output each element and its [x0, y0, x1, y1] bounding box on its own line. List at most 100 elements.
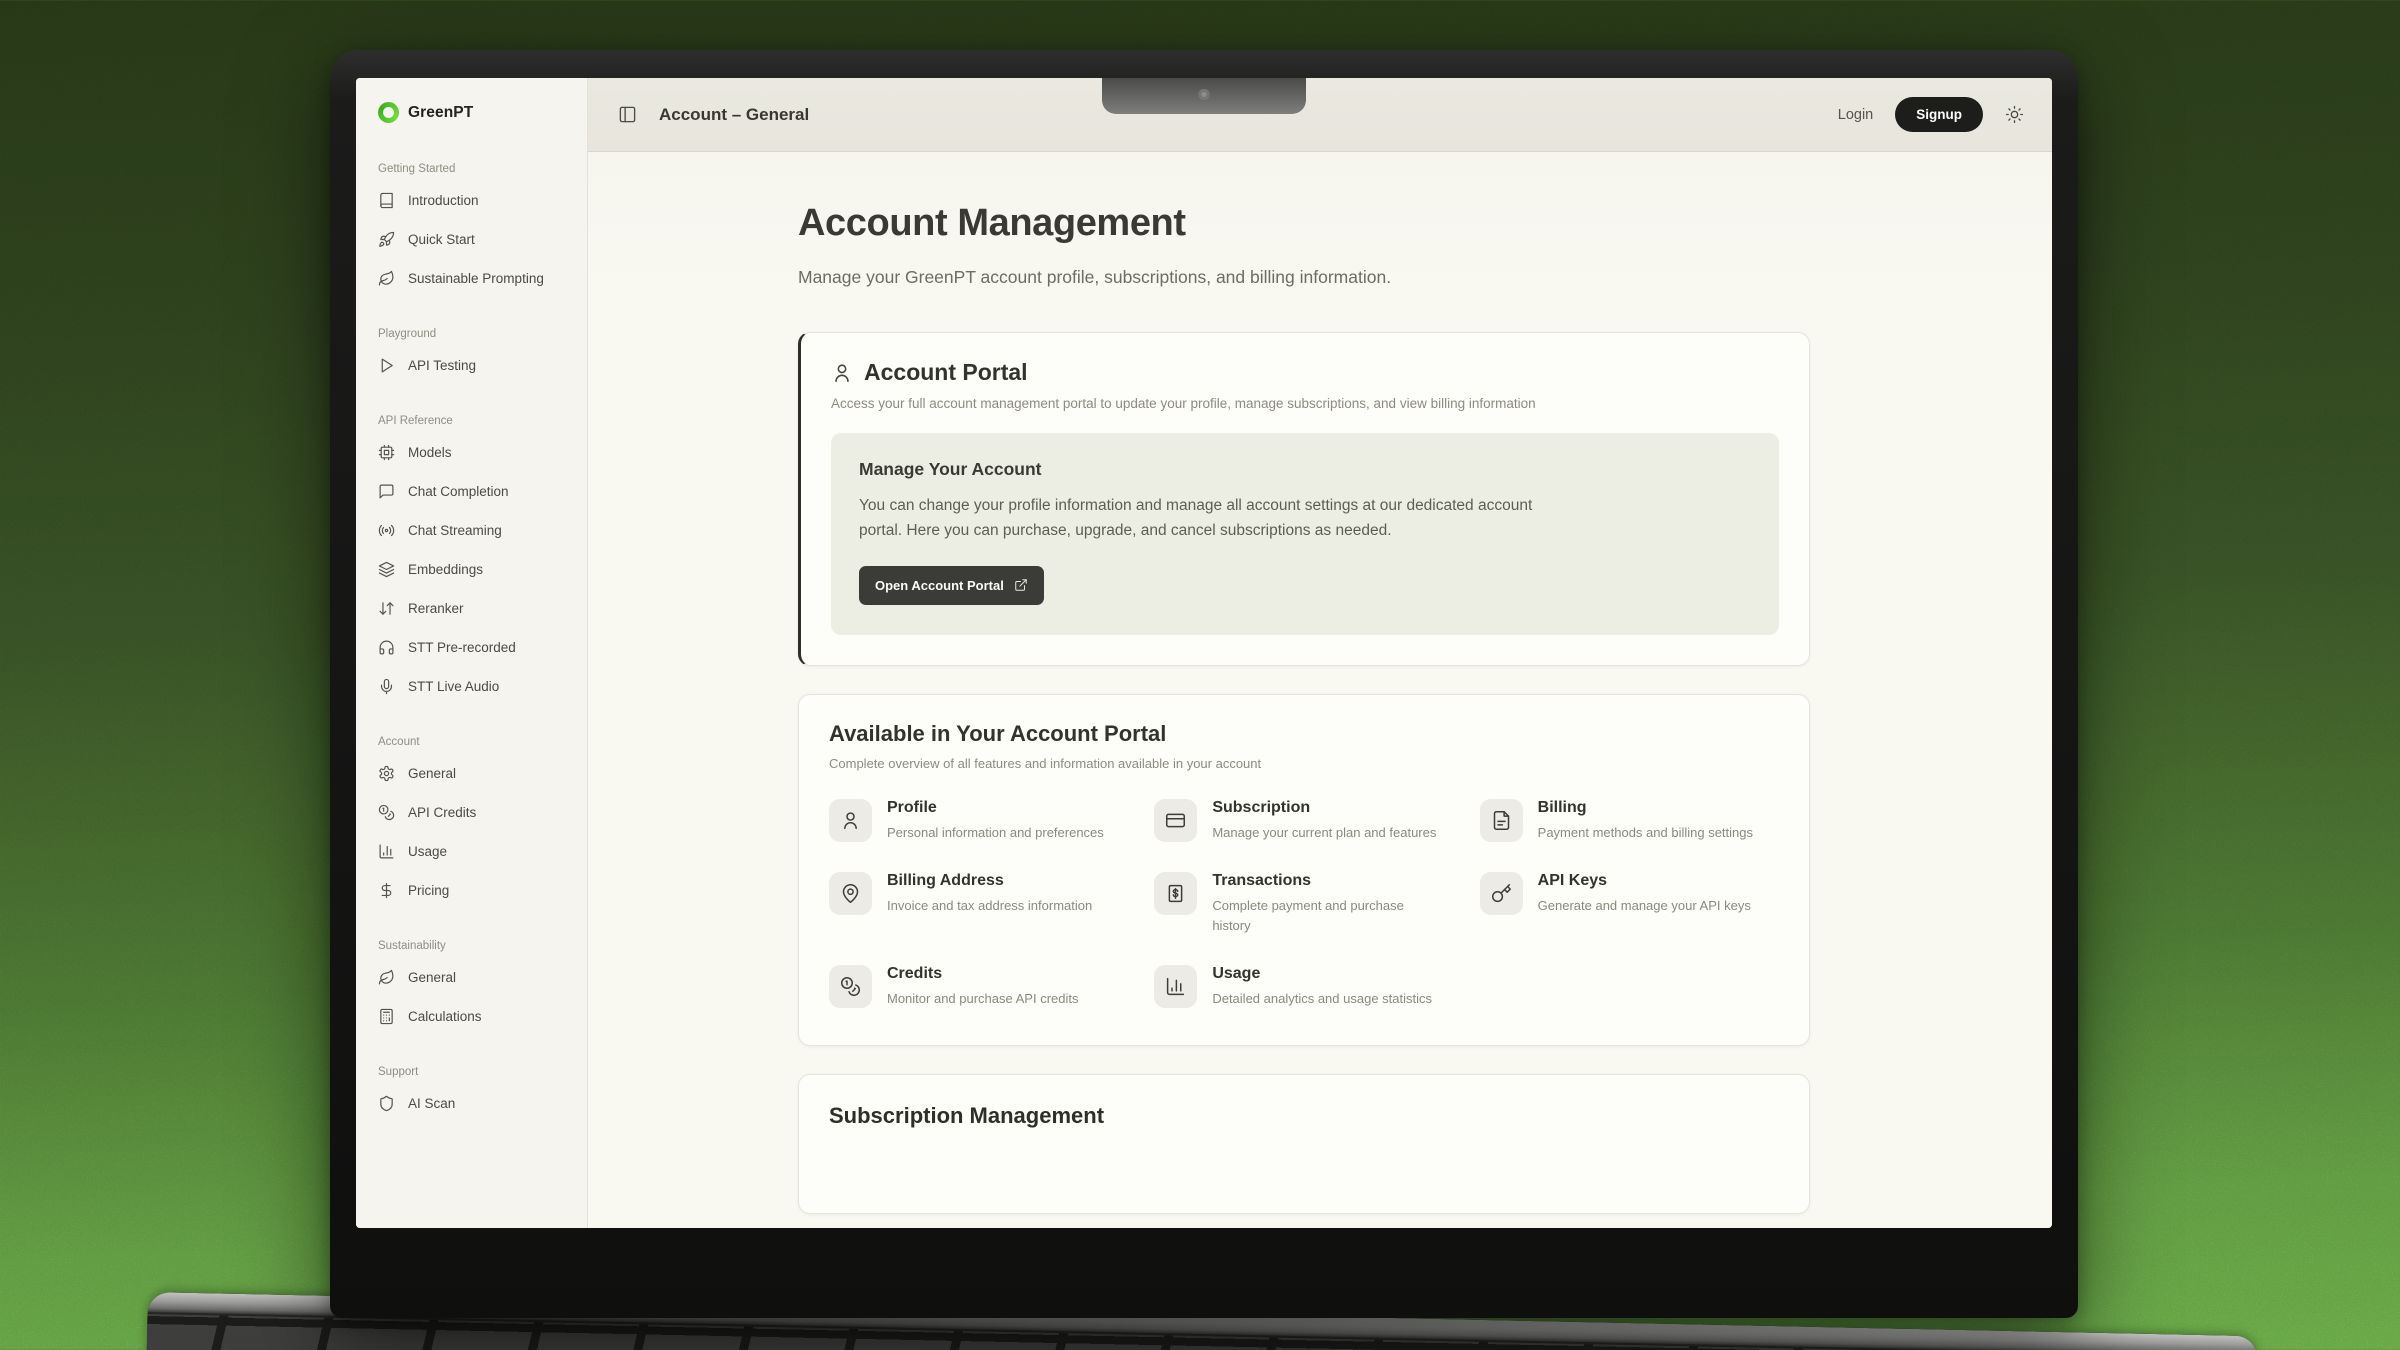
- portal-features-grid: ProfilePersonal information and preferen…: [829, 799, 1779, 1009]
- sidebar-item-api-reference-embeddings[interactable]: Embeddings: [372, 550, 571, 589]
- sidebar-item-label: Sustainable Prompting: [408, 271, 544, 286]
- app-header: Account – General Login Signup: [588, 78, 2052, 152]
- sidebar-item-label: API Credits: [408, 805, 476, 820]
- sidebar-section-support: Support AI Scan: [372, 1066, 571, 1123]
- sidebar-item-playground-api-testing[interactable]: API Testing: [372, 346, 571, 385]
- sidebar: GreenPT Getting Started Introduction Quick…: [356, 78, 588, 1228]
- sidebar-item-api-reference-models[interactable]: Models: [372, 433, 571, 472]
- feature-icon-box: [1154, 872, 1197, 915]
- feature-description: Generate and manage your API keys: [1538, 896, 1751, 916]
- feature-text: Billing AddressInvoice and tax address i…: [887, 872, 1092, 916]
- feature-text: CreditsMonitor and purchase API credits: [887, 965, 1079, 1009]
- feature-icon-box: [1154, 965, 1197, 1008]
- microphone-icon: [378, 678, 395, 695]
- sidebar-item-api-reference-reranker[interactable]: Reranker: [372, 589, 571, 628]
- account-portal-title: Account Portal: [864, 359, 1028, 386]
- account-portal-card-header: Account Portal: [831, 359, 1779, 386]
- sidebar-item-label: Introduction: [408, 193, 479, 208]
- manage-account-title: Manage Your Account: [859, 459, 1751, 480]
- feature-description: Manage your current plan and features: [1212, 823, 1436, 843]
- shield-icon: [378, 1095, 395, 1112]
- key-icon: [1491, 883, 1512, 904]
- feature-title: Credits: [887, 965, 1079, 983]
- sidebar-item-getting-started-quick-start[interactable]: Quick Start: [372, 220, 571, 259]
- login-link[interactable]: Login: [1838, 107, 1873, 123]
- manage-account-panel: Manage Your Account You can change your …: [831, 433, 1779, 635]
- sidebar-section-sustainability: SustainabilityGeneralCalculations: [372, 940, 571, 1036]
- sidebar-section-label: Support: [378, 1066, 565, 1078]
- sidebar-item-label: General: [408, 970, 456, 985]
- header-actions: Login Signup: [1838, 97, 2024, 132]
- feature-text: Transactions Complete payment and purchas…: [1212, 872, 1444, 935]
- sidebar-item-api-reference-stt-live-audio[interactable]: STT Live Audio: [372, 667, 571, 706]
- sidebar-item-account-api-credits[interactable]: API Credits: [372, 793, 571, 832]
- feature-title: Subscription: [1212, 799, 1436, 817]
- feature-title: Billing: [1538, 799, 1753, 817]
- feature-title: Usage: [1212, 965, 1432, 983]
- open-account-portal-button[interactable]: Open Account Portal: [859, 566, 1044, 605]
- sidebar-item-support-ai-scan[interactable]: AI Scan: [372, 1084, 571, 1123]
- person-icon: [840, 810, 861, 831]
- sidebar-item-api-reference-chat-completion[interactable]: Chat Completion: [372, 472, 571, 511]
- sidebar-item-label: Chat Completion: [408, 484, 509, 499]
- sidebar-item-api-reference-chat-streaming[interactable]: Chat Streaming: [372, 511, 571, 550]
- sidebar-item-api-reference-stt-pre-recorded[interactable]: STT Pre-recorded: [372, 628, 571, 667]
- dollar-icon: [378, 882, 395, 899]
- headphones-icon: [378, 639, 395, 656]
- leaf-icon: [378, 969, 395, 986]
- feature-icon-box: [1480, 872, 1523, 915]
- laptop-screen-bezel: GreenPT Getting Started Introduction Quick…: [330, 50, 2078, 1318]
- sidebar-item-label: Chat Streaming: [408, 523, 502, 538]
- sidebar-section-getting-started: Getting Started Introduction Quick Start Su…: [372, 163, 571, 298]
- external-link-icon: [1014, 578, 1028, 592]
- feature-title: Profile: [887, 799, 1104, 817]
- portal-features-title: Available in Your Account Portal: [829, 721, 1779, 747]
- sidebar-item-label: Usage: [408, 844, 447, 859]
- sidebar-section-playground: Playground API Testing: [372, 328, 571, 385]
- sidebar-item-sustainability-calculations[interactable]: Calculations: [372, 997, 571, 1036]
- portal-features-card: Available in Your Account Portal Complet…: [798, 694, 1810, 1046]
- feature-icon-box: [829, 872, 872, 915]
- gear-icon: [378, 765, 395, 782]
- subscription-management-title: Subscription Management: [829, 1103, 1779, 1129]
- sidebar-section-label: Getting Started: [378, 163, 565, 175]
- ring-logo-icon: [378, 102, 399, 123]
- sidebar-item-account-general[interactable]: General: [372, 754, 571, 793]
- feature-icon-box: [829, 965, 872, 1008]
- brand-logo[interactable]: GreenPT: [372, 96, 571, 133]
- app-window: GreenPT Getting Started Introduction Quick…: [356, 78, 2052, 1228]
- sidebar-item-sustainability-general[interactable]: General: [372, 958, 571, 997]
- message-icon: [378, 483, 395, 500]
- feature-title: Billing Address: [887, 872, 1092, 890]
- sidebar-section-api-reference: API ReferenceModelsChat CompletionChat S…: [372, 415, 571, 706]
- theme-toggle-button[interactable]: [2005, 105, 2024, 124]
- feature-description: Detailed analytics and usage statistics: [1212, 989, 1432, 1009]
- subscription-management-card: Subscription Management: [798, 1074, 1810, 1214]
- sun-icon: [2005, 105, 2024, 124]
- sidebar-section-account: Account General API Credits Usage Pricing: [372, 736, 571, 910]
- feature-title: Transactions: [1212, 872, 1444, 890]
- feature-description: Complete payment and purchase history: [1212, 896, 1444, 935]
- sidebar-item-label: Models: [408, 445, 452, 460]
- page-subtitle: Manage your GreenPT account profile, sub…: [798, 267, 1810, 288]
- page-header-title: Account – General: [659, 105, 809, 125]
- feature-subscription: Subscription Manage your current plan and…: [1154, 799, 1453, 843]
- feature-icon-box: [829, 799, 872, 842]
- signup-button[interactable]: Signup: [1895, 97, 1983, 132]
- feature-credits: CreditsMonitor and purchase API credits: [829, 965, 1128, 1009]
- sidebar-item-account-usage[interactable]: Usage: [372, 832, 571, 871]
- sidebar-item-getting-started-introduction[interactable]: Introduction: [372, 181, 571, 220]
- chip-icon: [378, 444, 395, 461]
- laptop-notch: [1102, 78, 1306, 114]
- bar-chart-icon: [1165, 976, 1186, 997]
- feature-text: API KeysGenerate and manage your API key…: [1538, 872, 1751, 916]
- account-portal-description: Access your full account management port…: [831, 396, 1779, 411]
- feature-text: Subscription Manage your current plan and…: [1212, 799, 1436, 843]
- sidebar-item-account-pricing[interactable]: Pricing: [372, 871, 571, 910]
- feature-text: Usage Detailed analytics and usage statis…: [1212, 965, 1432, 1009]
- sidebar-section-label: Account: [378, 736, 565, 748]
- coins-icon: [840, 976, 861, 997]
- sidebar-item-getting-started-sustainable-prompting[interactable]: Sustainable Prompting: [372, 259, 571, 298]
- sidebar-section-label: Playground: [378, 328, 565, 340]
- sidebar-toggle-button[interactable]: [618, 105, 637, 124]
